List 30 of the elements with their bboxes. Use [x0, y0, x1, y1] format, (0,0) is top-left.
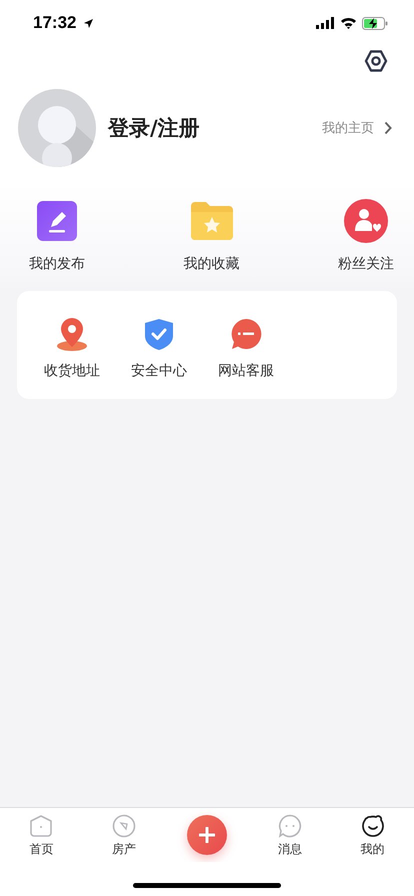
- menu-item-label[interactable]: 网站客服: [218, 362, 274, 380]
- wifi-icon: [340, 17, 357, 29]
- menu-item-label[interactable]: 我的收藏: [184, 255, 240, 273]
- login-register-link[interactable]: 登录/注册: [108, 114, 200, 142]
- tab[interactable]: 房产: [112, 808, 136, 858]
- shield-check-icon: [144, 318, 174, 350]
- status-time: 17:32: [33, 13, 76, 33]
- location-pin-icon: [56, 317, 88, 351]
- homepage-link[interactable]: 我的主页: [322, 119, 374, 137]
- folder-star-icon: [188, 200, 234, 242]
- smiley-face-icon: [360, 814, 385, 838]
- battery-charging-icon: [362, 16, 388, 30]
- menu-item-label[interactable]: 收货地址: [44, 362, 100, 380]
- house-icon: [29, 814, 54, 838]
- compass-circle-icon: [112, 814, 136, 838]
- document-pencil-icon: [36, 200, 78, 242]
- plus-icon: [198, 827, 215, 843]
- signal-icon: [316, 17, 335, 29]
- chat-bubble-icon: [230, 318, 262, 350]
- settings-icon[interactable]: [364, 49, 388, 73]
- tab[interactable]: 我的: [360, 808, 385, 858]
- menu-item-label[interactable]: 我的发布: [29, 255, 85, 273]
- menu-item-label[interactable]: 粉丝关注: [338, 255, 394, 273]
- add-button[interactable]: [186, 815, 227, 855]
- tab[interactable]: 首页: [29, 808, 54, 858]
- chat-face-icon: [278, 814, 302, 838]
- tab[interactable]: 消息: [278, 808, 302, 858]
- chevron-right-icon: [384, 121, 392, 135]
- menu-item-label[interactable]: 安全中心: [131, 362, 187, 380]
- location-arrow-icon: [83, 18, 94, 28]
